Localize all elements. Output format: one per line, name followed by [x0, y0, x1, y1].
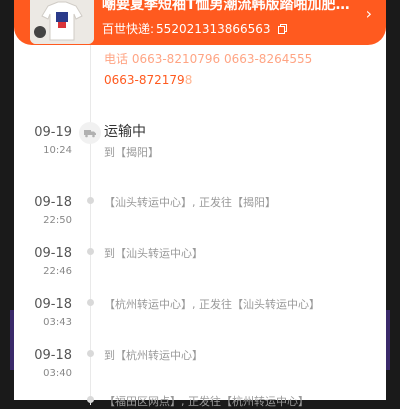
timeline-dot: [87, 350, 94, 357]
timeline-dot: [87, 299, 94, 306]
event-location: 到【揭阳】: [104, 146, 159, 159]
product-thumbnail: [30, 0, 94, 44]
copy-icon[interactable]: [278, 23, 288, 34]
event-location: 【杭州转运中心】, 正发往【汕头转运中心】: [104, 298, 320, 311]
event-status: 运输中: [104, 124, 146, 140]
product-title: 嘲要夏季短袖T恤男潮流韩版踏啪加肥加大码: [102, 0, 360, 13]
event-time: 03:43: [43, 317, 72, 328]
tracking-number: 552021313866563: [156, 22, 271, 36]
tracking-info: 百世快递: 552021313866563: [102, 20, 288, 37]
courier-name: 百世快递:: [102, 22, 155, 36]
event-date: 09-18: [34, 348, 72, 363]
timeline-dot: [87, 248, 94, 255]
event-date: 09-18: [34, 195, 72, 210]
event-location: 到【汕头转运中心】: [104, 247, 203, 260]
event-date: 09-18: [34, 246, 72, 261]
timeline-dot: [87, 197, 94, 204]
truck-icon: [79, 122, 101, 144]
event-time: 03:40: [43, 368, 72, 379]
event-location: 【汕头转运中心】, 正发往【揭阳】: [104, 196, 276, 209]
event-location: 到【杭州转运中心】: [104, 349, 203, 362]
event-date: 09-19: [34, 125, 72, 140]
event-time: 10:24: [43, 145, 72, 156]
event-location: 【福田区网点】, 正发往【杭州转运中心】: [104, 395, 309, 408]
chevron-right-icon[interactable]: ›: [366, 4, 372, 23]
contact-phones[interactable]: 电话 0663-8210796 0663-8264555: [104, 50, 312, 67]
event-time: 22:46: [43, 266, 72, 277]
event-time: 22:50: [43, 215, 72, 226]
contact-phone-link[interactable]: 0663-8721798: [104, 73, 192, 87]
event-date: 09-18: [34, 297, 72, 312]
shipment-header[interactable]: 嘲要夏季短袖T恤男潮流韩版踏啪加肥加大码 百世快递: 55202131386656…: [14, 0, 386, 45]
